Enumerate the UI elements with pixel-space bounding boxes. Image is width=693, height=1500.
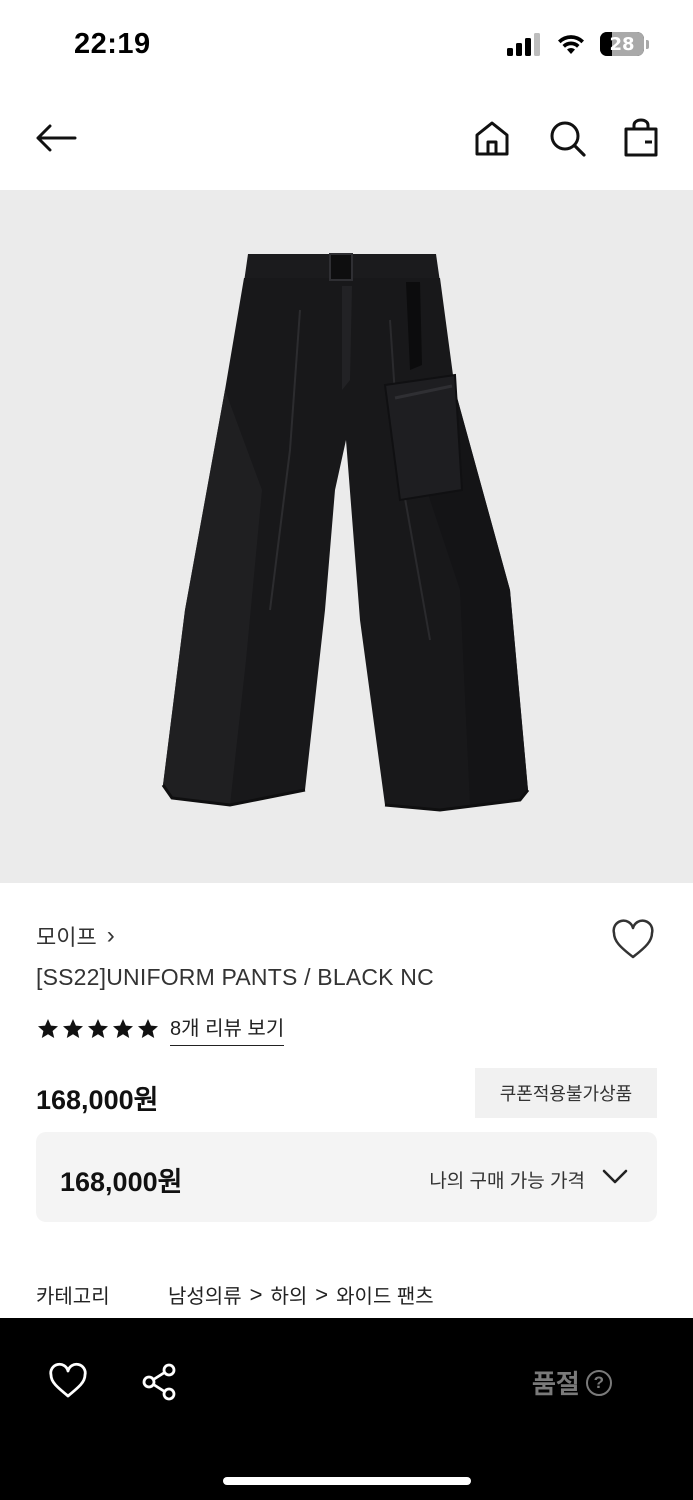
star-icon [63,1019,83,1038]
chevron-down-icon [601,1162,629,1190]
my-price-label: 나의 구매 가능 가격 [429,1171,585,1192]
status-icons: 28 [506,32,649,56]
cellular-signal-icon [507,33,540,56]
category-row: 카테고리 남성의류 > 하의 > 와이드 팬츠 [36,1280,657,1309]
my-price-dropdown[interactable]: 168,000원 나의 구매 가능 가격 [36,1132,657,1222]
category-label: 카테고리 [36,1286,110,1308]
soldout-label: 품절 [532,1369,580,1399]
status-time: 22:19 [74,28,151,60]
breadcrumb-separator: > [249,1281,263,1307]
star-icon [88,1019,108,1038]
shopping-bag-icon[interactable] [619,116,663,160]
share-icon[interactable] [140,1362,180,1402]
rating-stars [36,1017,160,1041]
battery-icon: 28 [600,32,649,56]
product-image[interactable] [0,190,693,883]
battery-level-text: 28 [609,33,635,55]
wifi-icon [558,35,584,54]
my-price-value: 168,000원 [60,1167,183,1197]
coupon-badge: 쿠폰적용불가상품 [475,1068,657,1118]
review-link[interactable]: 8개 리뷰 보기 [170,1012,285,1046]
help-icon[interactable]: ? [585,1369,612,1396]
brand-name: 모이프 [36,925,97,950]
wishlist-heart-icon[interactable] [610,918,656,964]
breadcrumb: 남성의류 > 하의 > 와이드 팬츠 [168,1280,434,1309]
brand-link[interactable]: 모이프 › [36,920,115,952]
top-nav [0,100,693,176]
product-price: 168,000원 [36,1085,159,1115]
star-icon [113,1019,133,1038]
breadcrumb-item[interactable]: 하의 [270,1280,307,1309]
back-arrow-icon[interactable] [34,116,78,160]
soldout-button[interactable]: 품절 ? [532,1364,612,1401]
rating-row: 8개 리뷰 보기 [36,1012,285,1046]
pants-illustration [161,253,530,812]
star-icon [138,1019,158,1038]
breadcrumb-item[interactable]: 와이드 팬츠 [336,1280,434,1309]
breadcrumb-item[interactable]: 남성의류 [168,1280,242,1309]
home-indicator [223,1477,471,1485]
search-icon[interactable] [545,116,589,160]
breadcrumb-separator: > [315,1281,329,1307]
status-bar: 22:19 28 [0,0,693,95]
home-icon[interactable] [470,116,514,160]
heart-icon[interactable] [48,1362,88,1402]
battery-body: 28 [600,32,644,56]
star-icon [38,1019,58,1038]
bottom-action-bar: 품절 ? [0,1318,693,1500]
chevron-right-icon: › [106,922,115,949]
product-name: [SS22]UNIFORM PANTS / BLACK NC [36,964,434,990]
